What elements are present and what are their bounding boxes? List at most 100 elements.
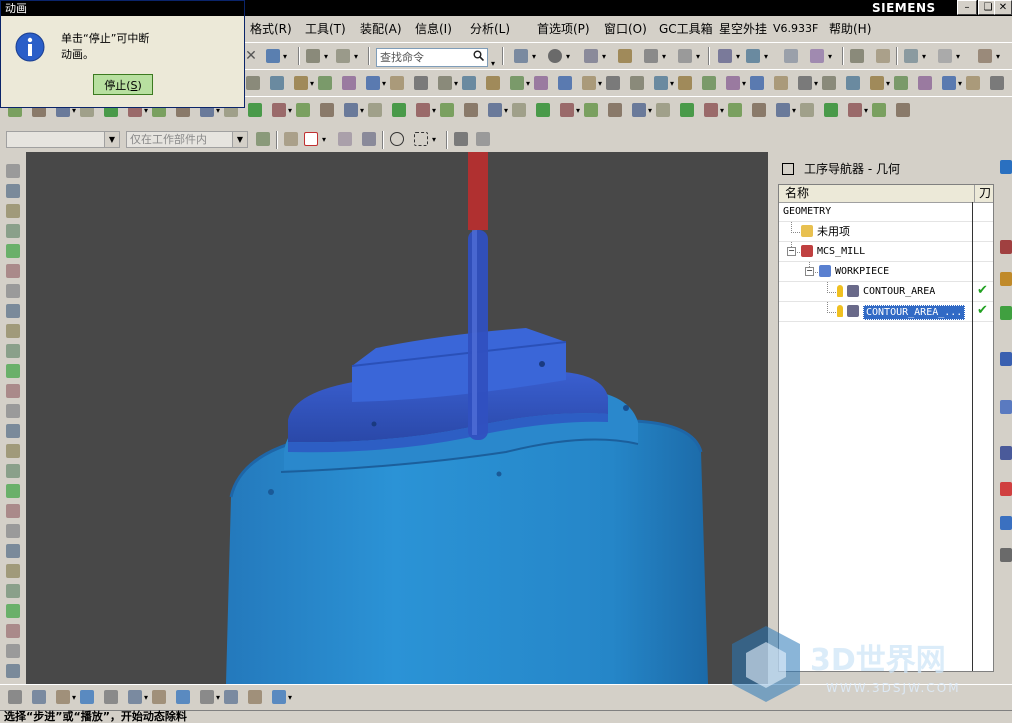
column-tool-header[interactable]: 刀: [979, 186, 991, 201]
manufacturing-tool-3-icon[interactable]: [294, 76, 308, 90]
search-command-box[interactable]: [376, 48, 488, 67]
face-icon[interactable]: [618, 49, 632, 63]
operation-tool-33-icon[interactable]: [776, 103, 790, 117]
search-icon[interactable]: [473, 50, 484, 61]
menu-info[interactable]: 信息(I): [415, 20, 452, 38]
column-name-header[interactable]: 名称: [785, 186, 809, 201]
tree-row[interactable]: CONTOUR_AREA_... ✔: [779, 302, 993, 322]
manufacturing-tool-28-icon[interactable]: [894, 76, 908, 90]
left-tool-24-icon[interactable]: [6, 624, 20, 638]
close-x-icon[interactable]: ✕: [244, 49, 258, 63]
operation-tool-11-icon[interactable]: [248, 103, 262, 117]
bottom-tool-6-icon[interactable]: [128, 690, 142, 704]
manufacturing-tool-20-icon[interactable]: [702, 76, 716, 90]
left-tool-13-icon[interactable]: [6, 404, 20, 418]
manufacturing-tool-11-icon[interactable]: [486, 76, 500, 90]
measure-icon[interactable]: [876, 49, 890, 63]
role-icon[interactable]: [1000, 516, 1012, 530]
clock-icon[interactable]: [1000, 446, 1012, 460]
menu-preferences[interactable]: 首选项(P): [537, 20, 590, 38]
operation-tool-27-icon[interactable]: [632, 103, 646, 117]
manufacturing-tool-30-icon[interactable]: [942, 76, 956, 90]
left-tool-3-icon[interactable]: [6, 204, 20, 218]
bottom-tool-7-icon[interactable]: [152, 690, 166, 704]
minimize-button[interactable]: –: [957, 0, 977, 15]
point-icon[interactable]: [938, 49, 952, 63]
operation-tool-16-icon[interactable]: [368, 103, 382, 117]
pin-icon[interactable]: [782, 163, 794, 175]
palette-icon[interactable]: [1000, 482, 1012, 496]
manufacturing-tool-10-icon[interactable]: [462, 76, 476, 90]
left-tool-2-icon[interactable]: [6, 184, 20, 198]
manufacturing-tool-21-icon[interactable]: [726, 76, 740, 90]
point-snap-icon[interactable]: [304, 132, 318, 146]
collapse-icon[interactable]: −: [805, 267, 814, 276]
left-tool-16-icon[interactable]: [6, 464, 20, 478]
close-button[interactable]: ✕: [994, 0, 1012, 15]
operation-tool-19-icon[interactable]: [440, 103, 454, 117]
menu-version[interactable]: V6.933F: [773, 20, 818, 38]
left-tool-22-icon[interactable]: [6, 584, 20, 598]
left-tool-21-icon[interactable]: [6, 564, 20, 578]
manufacturing-tool-24-icon[interactable]: [798, 76, 812, 90]
manufacturing-tool-22-icon[interactable]: [750, 76, 764, 90]
collapse-icon[interactable]: −: [787, 247, 796, 256]
operation-tool-14-icon[interactable]: [320, 103, 334, 117]
analysis-icon[interactable]: [904, 49, 918, 63]
left-tool-8-icon[interactable]: [6, 304, 20, 318]
center-icon[interactable]: [390, 132, 404, 146]
snap-icon[interactable]: [284, 132, 298, 146]
manufacturing-tool-23-icon[interactable]: [774, 76, 788, 90]
left-tool-14-icon[interactable]: [6, 424, 20, 438]
bottom-tool-8-icon[interactable]: [176, 690, 190, 704]
bottom-tool-3-icon[interactable]: [56, 690, 70, 704]
operation-tool-12-icon[interactable]: [272, 103, 286, 117]
menu-help[interactable]: 帮助(H): [829, 20, 871, 38]
manufacturing-tool-27-icon[interactable]: [870, 76, 884, 90]
left-tool-26-icon[interactable]: [6, 664, 20, 678]
manufacturing-tool-7-icon[interactable]: [390, 76, 404, 90]
chevron-down-icon[interactable]: ▼: [104, 132, 119, 147]
operation-tool-26-icon[interactable]: [608, 103, 622, 117]
left-tool-17-icon[interactable]: [6, 484, 20, 498]
solid-icon[interactable]: [476, 132, 490, 146]
select-filter-icon[interactable]: [256, 132, 270, 146]
copy-icon[interactable]: [306, 49, 320, 63]
manufacturing-tool-4-icon[interactable]: [318, 76, 332, 90]
part-navigator-icon[interactable]: [1000, 240, 1012, 254]
manufacturing-tool-16-icon[interactable]: [606, 76, 620, 90]
operation-tool-15-icon[interactable]: [344, 103, 358, 117]
search-dropdown-icon[interactable]: ▾: [491, 59, 495, 68]
menu-gc-toolbox[interactable]: GC工具箱: [659, 20, 713, 38]
curve-icon[interactable]: [810, 49, 824, 63]
bottom-tool-2-icon[interactable]: [32, 690, 46, 704]
graphics-viewport[interactable]: [26, 152, 768, 684]
manufacturing-tool-25-icon[interactable]: [822, 76, 836, 90]
menu-format[interactable]: 格式(R): [250, 20, 292, 38]
shade-icon[interactable]: [548, 49, 562, 63]
chevron-down-icon[interactable]: ▼: [232, 132, 247, 147]
manufacturing-tool-5-icon[interactable]: [342, 76, 356, 90]
left-tool-5-icon[interactable]: [6, 244, 20, 258]
snap-mid-icon[interactable]: [362, 132, 376, 146]
bottom-tool-1-icon[interactable]: [8, 690, 22, 704]
navigator-tab-icon[interactable]: [1000, 160, 1012, 174]
undo-icon[interactable]: [266, 49, 280, 63]
bottom-tool-4-icon[interactable]: [80, 690, 94, 704]
operation-tool-17-icon[interactable]: [392, 103, 406, 117]
orient-icon[interactable]: [746, 49, 760, 63]
operation-tool-38-icon[interactable]: [896, 103, 910, 117]
operation-tool-31-icon[interactable]: [728, 103, 742, 117]
manufacturing-tool-14-icon[interactable]: [558, 76, 572, 90]
operation-tool-36-icon[interactable]: [848, 103, 862, 117]
manufacturing-tool-26-icon[interactable]: [846, 76, 860, 90]
tree-row[interactable]: GEOMETRY: [779, 202, 993, 222]
selection-scope-combo[interactable]: 仅在工作部件内 ▼: [126, 131, 248, 148]
manufacturing-tool-17-icon[interactable]: [630, 76, 644, 90]
box-icon[interactable]: [678, 49, 692, 63]
manufacturing-tool-29-icon[interactable]: [918, 76, 932, 90]
left-tool-4-icon[interactable]: [6, 224, 20, 238]
manufacturing-tool-1-icon[interactable]: [246, 76, 260, 90]
bottom-tool-5-icon[interactable]: [104, 690, 118, 704]
tree-row[interactable]: 未用项: [779, 222, 993, 242]
